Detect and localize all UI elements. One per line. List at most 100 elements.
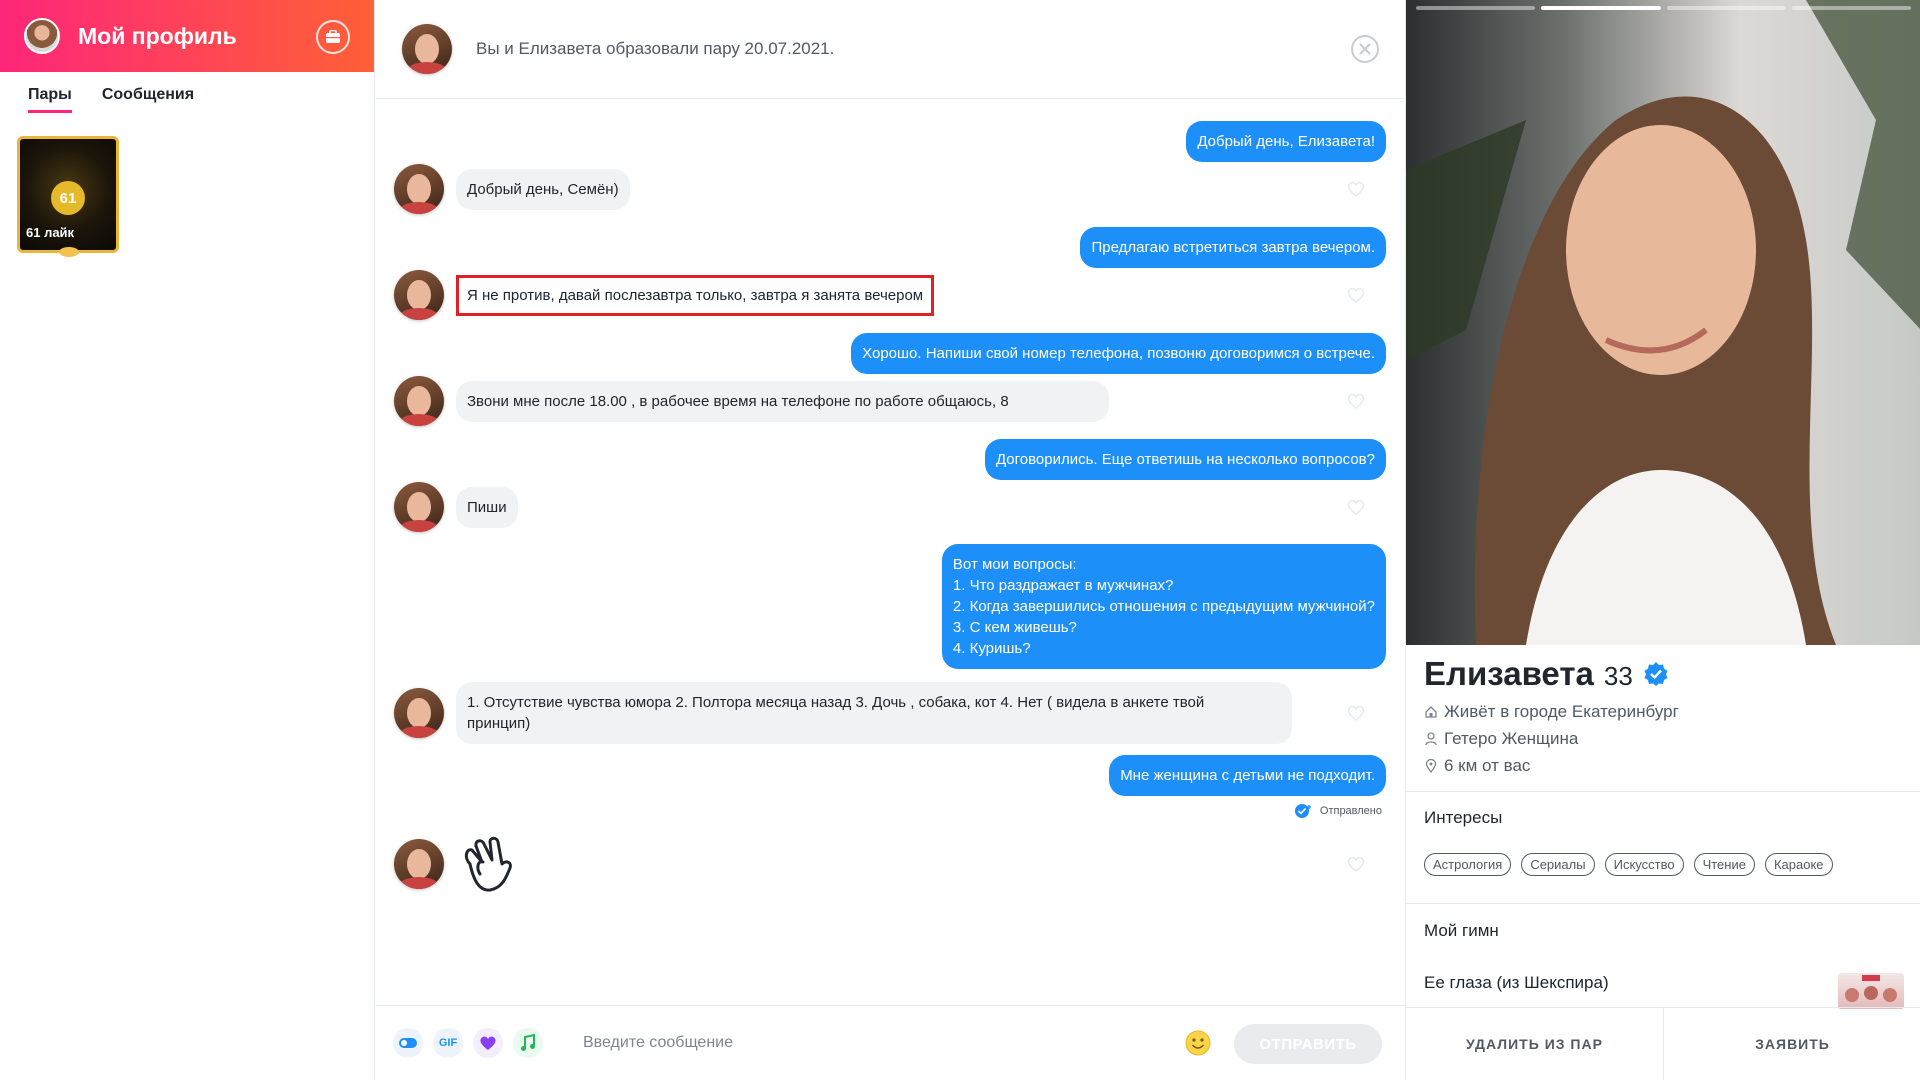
anthem-song-title[interactable]: Ее глаза (из Шекспира) [1424,973,1609,993]
my-profile-title[interactable]: Мой профиль [78,23,237,50]
photo-page-indicator[interactable] [1416,6,1536,10]
message-text: Пиши [456,486,518,528]
interest-chip: Астрология [1424,853,1512,876]
profile-age: 33 [1603,661,1633,691]
portrait-image [1406,0,1920,645]
like-heart-icon[interactable] [1346,286,1366,304]
sender-avatar[interactable] [394,164,444,214]
sender-avatar[interactable] [394,376,444,426]
profile-city-text: Живёт в городе Екатеринбург [1444,702,1679,721]
match-avatar[interactable] [402,24,452,74]
divider [1406,791,1920,792]
briefcase-icon [326,30,340,43]
profile-panel: Елизавета 33 Живёт в городе Екатеринбург… [1405,0,1920,1080]
message-composer: GIF ОТПРАВИТЬ [376,1005,1404,1080]
message-incoming: Добрый день, Семён) [394,164,1384,214]
message-text: Добрый день, Елизавета! [1186,121,1386,162]
photo-page-indicator[interactable] [1666,6,1786,10]
unmatch-button[interactable]: УДАЛИТЬ ИЗ ПАР [1406,1008,1663,1080]
my-avatar[interactable] [24,18,60,54]
chat-panel: Вы и Елизавета образовали пару 20.07.202… [376,0,1404,1080]
message-incoming: Звони мне после 18.00 , в рабочее время … [394,376,1384,426]
message-outgoing: Договорились. Еще ответишь на несколько … [984,439,1386,480]
message-text: Мне женщина с детьми не подходит. [1109,755,1386,796]
interests-list: Астрология Сериалы Искусство Чтение Кара… [1424,853,1833,876]
album-cover-image [1845,975,1897,1002]
toggle-icon [399,1038,417,1048]
sidebar-tabs: Пары Сообщения [0,72,374,113]
anthem-title: Мой гимн [1424,921,1499,940]
sticker-heart-icon [480,1036,496,1050]
message-outgoing: Хорошо. Напиши свой номер телефона, позв… [851,333,1386,374]
toggle-button[interactable] [393,1028,423,1058]
gif-button[interactable]: GIF [433,1028,463,1058]
pointing-hand-icon [59,247,79,257]
location-pin-icon [1425,759,1437,773]
message-text: Вот мои вопросы: 1. Что раздражает в муж… [941,544,1386,669]
house-icon [1425,706,1437,718]
sender-avatar[interactable] [394,688,444,738]
waving-hands-icon [464,836,512,892]
message-status-text: Отправлено [1319,805,1382,817]
sent-check-icon [1294,804,1311,818]
message-text: Хорошо. Напиши свой номер телефона, позв… [851,333,1386,374]
likes-count-badge: 61 [51,181,85,215]
message-list: Добрый день, Елизавета! Добрый день, Сем… [376,100,1404,1005]
my-profile-header[interactable]: Мой профиль [0,0,374,72]
close-icon[interactable] [1350,34,1380,64]
message-text: Договорились. Еще ответишь на несколько … [984,439,1386,480]
divider [1406,903,1920,904]
profile-photo[interactable] [1406,0,1920,645]
like-heart-icon[interactable] [1346,855,1366,873]
like-heart-icon[interactable] [1346,498,1366,516]
like-heart-icon[interactable] [1346,180,1366,198]
interest-chip: Караоке [1764,853,1833,876]
photo-page-indicator[interactable] [1791,6,1911,10]
interest-chip: Чтение [1693,853,1755,876]
emoji-icon[interactable] [1184,1029,1212,1057]
message-incoming: Я не против, давай послезавтра только, з… [394,270,1384,320]
music-note-icon [521,1034,535,1051]
profile-name-row: Елизавета 33 [1424,655,1669,693]
message-text: Добрый день, Семён) [456,168,630,210]
message-text: Звони мне после 18.00 , в рабочее время … [456,380,1109,422]
briefcase-button[interactable] [316,20,350,54]
profile-orientation-text: Гетеро Женщина [1444,729,1579,748]
highlighted-message: Я не против, давай послезавтра только, з… [456,274,935,316]
tab-matches[interactable]: Пары [28,86,72,113]
profile-name: Елизавета [1424,655,1594,692]
photo-pager [1416,6,1911,10]
message-incoming: Пиши [394,482,1384,532]
photo-page-indicator[interactable] [1541,6,1661,10]
profile-actions: УДАЛИТЬ ИЗ ПАР ЗАЯВИТЬ [1406,1007,1920,1080]
message-outgoing: Добрый день, Елизавета! [1186,121,1386,162]
message-text: 1. Отсутствие чувства юмора 2. Полтора м… [456,682,1292,744]
message-input[interactable] [583,1034,1183,1052]
report-button[interactable]: ЗАЯВИТЬ [1663,1008,1920,1080]
message-text: Предлагаю встретиться завтра вечером. [1080,227,1386,268]
interests-title: Интересы [1424,808,1503,827]
like-heart-icon[interactable] [1346,704,1366,722]
message-status: Отправлено [1294,803,1382,819]
chat-header: Вы и Елизавета образовали пару 20.07.202… [376,0,1404,99]
music-button[interactable] [513,1028,543,1058]
send-button[interactable]: ОТПРАВИТЬ [1234,1024,1382,1064]
message-incoming: 1. Отсутствие чувства юмора 2. Полтора м… [394,682,1384,744]
tab-messages[interactable]: Сообщения [102,86,194,113]
verified-badge-icon [1644,662,1668,686]
like-heart-icon[interactable] [1346,392,1366,410]
sender-avatar[interactable] [394,482,444,532]
person-icon [1425,732,1437,746]
message-incoming [394,834,1384,894]
sender-avatar[interactable] [394,839,444,889]
sidebar: Мой профиль Пары Сообщения 61 61 лайк [0,0,375,1080]
likes-card[interactable]: 61 61 лайк [17,136,119,257]
message-outgoing: Вот мои вопросы: 1. Что раздражает в муж… [941,544,1386,669]
profile-distance-text: 6 км от вас [1444,756,1531,775]
match-info: Вы и Елизавета образовали пару 20.07.202… [476,39,835,58]
song-cover-art[interactable] [1838,973,1904,1009]
message-outgoing: Мне женщина с детьми не подходит. [1109,755,1386,796]
sender-avatar[interactable] [394,270,444,320]
sticker-button[interactable] [473,1028,503,1058]
interest-chip: Искусство [1604,853,1684,876]
